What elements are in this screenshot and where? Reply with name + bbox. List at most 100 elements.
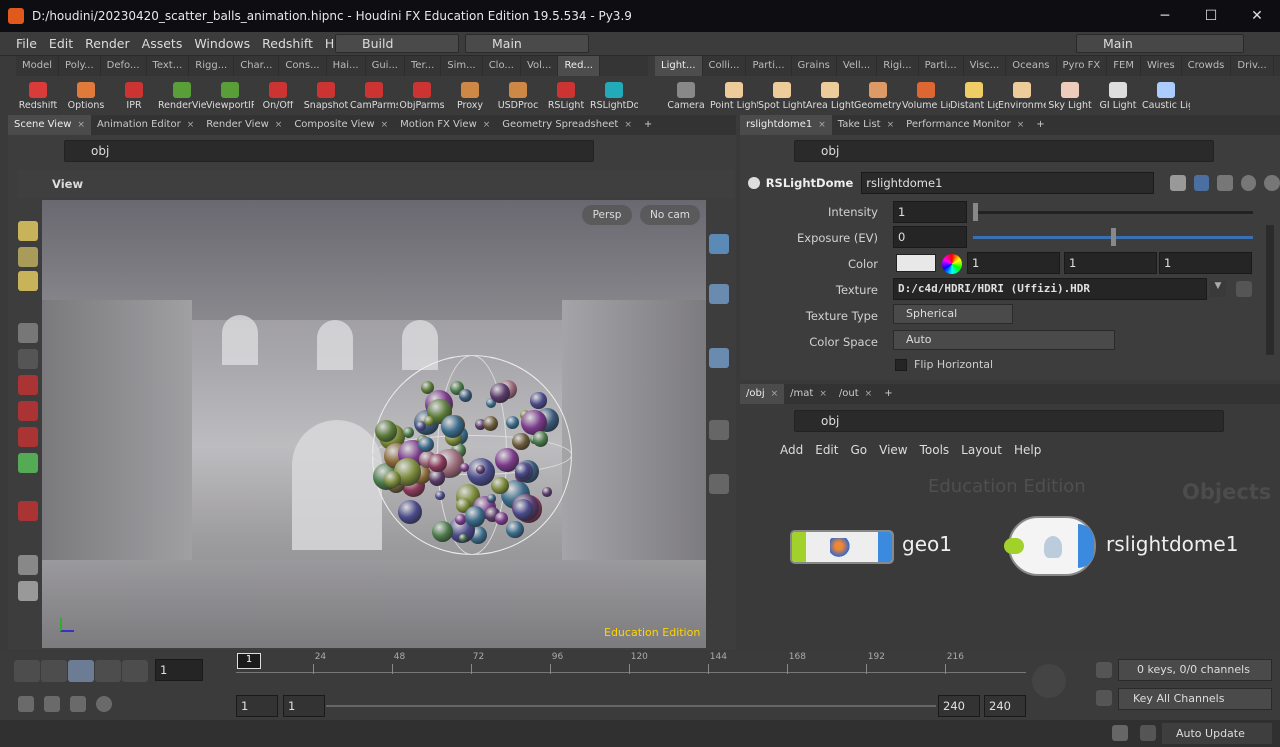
shelf-tab[interactable]: Driv... xyxy=(1231,56,1274,76)
intensity-slider-track[interactable] xyxy=(973,203,1253,221)
shelf-tab[interactable]: Colli... xyxy=(703,56,747,76)
pane-tab[interactable]: /mat × xyxy=(784,384,833,404)
realtime-icon[interactable] xyxy=(18,696,34,712)
pane-tab[interactable]: Animation Editor × xyxy=(91,115,200,135)
right-desktop-dropdown[interactable]: Main xyxy=(1076,34,1244,53)
exposure-slider-track[interactable] xyxy=(973,228,1253,246)
geo1-display-flag[interactable] xyxy=(792,532,806,562)
network-menu-item[interactable]: Edit xyxy=(809,438,844,462)
pane-tab[interactable]: Geometry Spreadsheet × xyxy=(496,115,638,135)
viewport[interactable]: Persp No cam Education Edition xyxy=(42,200,706,648)
keys-status[interactable]: 0 keys, 0/0 channels xyxy=(1118,659,1272,681)
intensity-field[interactable]: 1 xyxy=(893,201,967,223)
shelf-tool-button[interactable]: Area Light xyxy=(806,81,854,111)
search-icon[interactable] xyxy=(1217,175,1233,191)
handle-tool-icon[interactable] xyxy=(18,221,38,241)
close-tab-icon[interactable]: × xyxy=(818,120,826,130)
pane-tab[interactable]: Composite View × xyxy=(288,115,394,135)
menu-render[interactable]: Render xyxy=(79,32,136,56)
rslightdome1-display-flag[interactable] xyxy=(1004,538,1024,554)
close-tab-icon[interactable]: × xyxy=(819,389,827,399)
add-tab-icon[interactable]: + xyxy=(638,115,658,135)
shelf-tab[interactable]: Red... xyxy=(558,56,600,76)
rslightdome1-node-label[interactable]: rslightdome1 xyxy=(1106,532,1238,556)
move-tool-icon[interactable] xyxy=(18,375,38,395)
close-tab-icon[interactable]: × xyxy=(77,120,85,130)
geo1-node-label[interactable]: geo1 xyxy=(902,532,952,556)
shelf-tool-button[interactable]: Distant Light xyxy=(950,81,998,111)
color-wheel-icon[interactable] xyxy=(942,254,962,274)
eraser-tool-icon[interactable] xyxy=(18,555,38,575)
param-path-field[interactable]: obj xyxy=(794,140,1214,162)
speech-bubble-icon[interactable] xyxy=(1112,725,1128,741)
view-dropdown[interactable]: Main xyxy=(465,34,589,53)
shelf-tab[interactable]: Poly... xyxy=(59,56,101,76)
loop-icon[interactable] xyxy=(70,696,86,712)
shelf-tab[interactable]: Model xyxy=(16,56,60,76)
color-b-field[interactable]: 1 xyxy=(1159,252,1252,274)
shelf-tab[interactable]: Cons... xyxy=(279,56,327,76)
minimize-button[interactable]: ─ xyxy=(1142,4,1188,28)
param-scrollbar[interactable] xyxy=(1266,225,1274,355)
texture-history-dropdown[interactable]: ▼ xyxy=(1210,281,1226,297)
network-menu-item[interactable]: Add xyxy=(774,438,809,462)
network-path-field[interactable]: obj xyxy=(794,410,1224,432)
persp-menu[interactable]: Persp xyxy=(582,205,632,225)
shelf-tool-button[interactable]: Point Light xyxy=(710,81,758,111)
playback-end-field[interactable]: 240 xyxy=(938,695,980,717)
graph-icon[interactable] xyxy=(1096,690,1112,706)
snap-tool-icon[interactable] xyxy=(18,501,38,521)
network-menu-item[interactable]: Tools xyxy=(914,438,956,462)
node-name-field[interactable]: rslightdome1 xyxy=(861,172,1154,194)
shelf-tab[interactable]: Hai... xyxy=(327,56,366,76)
playback-start-field[interactable]: 1 xyxy=(283,695,325,717)
shelf-tool-button[interactable]: Proxy xyxy=(446,81,494,111)
shelf-tool-button[interactable]: Redshift xyxy=(14,81,62,111)
lock-icon[interactable] xyxy=(18,349,38,369)
pose-tool-icon[interactable] xyxy=(18,247,38,267)
channel-list-icon[interactable] xyxy=(1096,662,1112,678)
close-tab-icon[interactable]: × xyxy=(483,120,491,130)
shelf-tool-button[interactable]: GI Light xyxy=(1094,81,1142,111)
shelf-tab[interactable]: Rigg... xyxy=(189,56,235,76)
texture-path-field[interactable]: D:/c4d/HDRI/HDRI (Uffizi).HDR xyxy=(893,278,1207,300)
transform-tool-icon[interactable] xyxy=(18,453,38,473)
shelf-tab[interactable]: Vell... xyxy=(837,56,878,76)
shelf-tool-button[interactable]: IPR xyxy=(110,81,158,111)
pane-tab[interactable]: Render View × xyxy=(200,115,288,135)
shelf-tab[interactable]: Ter... xyxy=(405,56,442,76)
shelf-tab[interactable]: Light... xyxy=(655,56,703,76)
shelf-tool-button[interactable]: Camera xyxy=(662,81,710,111)
menu-windows[interactable]: Windows xyxy=(188,32,256,56)
light-display-icon[interactable] xyxy=(709,348,729,368)
brush-tool-icon[interactable] xyxy=(18,271,38,291)
pane-tab[interactable]: Scene View × xyxy=(8,115,91,135)
refresh-icon[interactable] xyxy=(1140,725,1156,741)
shelf-tab[interactable]: Oceans xyxy=(1006,56,1057,76)
rslightdome1-node[interactable] xyxy=(1004,516,1096,576)
scene-path-field[interactable]: obj xyxy=(64,140,594,162)
network-menu-item[interactable]: View xyxy=(873,438,913,462)
auto-update-menu[interactable]: Auto Update xyxy=(1162,723,1272,744)
shelf-tab[interactable]: Char... xyxy=(234,56,280,76)
shelf-tab[interactable]: Parti... xyxy=(919,56,964,76)
lock-camera-icon[interactable] xyxy=(709,284,729,304)
geo1-render-flag[interactable] xyxy=(878,532,892,562)
exposure-field[interactable]: 0 xyxy=(893,226,967,248)
shelf-tool-button[interactable]: RenderView xyxy=(158,81,206,111)
scale-tool-icon[interactable] xyxy=(18,427,38,447)
shelf-tab[interactable]: Pyro FX xyxy=(1057,56,1108,76)
color-g-field[interactable]: 1 xyxy=(1064,252,1157,274)
close-tab-icon[interactable]: × xyxy=(1017,120,1025,130)
close-tab-icon[interactable]: × xyxy=(275,120,283,130)
rotate-tool-icon[interactable] xyxy=(18,401,38,421)
shelf-tab[interactable]: Text... xyxy=(147,56,190,76)
shelf-tool-button[interactable]: Environment Light xyxy=(998,81,1046,111)
help-icon[interactable] xyxy=(1264,175,1280,191)
intensity-slider-handle[interactable] xyxy=(973,203,978,221)
help-h-icon[interactable] xyxy=(1193,175,1210,191)
shelf-tab[interactable]: FEM xyxy=(1107,56,1141,76)
close-tab-icon[interactable]: × xyxy=(865,389,873,399)
color-swatch[interactable] xyxy=(896,254,936,272)
shelf-tab[interactable]: Clo... xyxy=(483,56,521,76)
